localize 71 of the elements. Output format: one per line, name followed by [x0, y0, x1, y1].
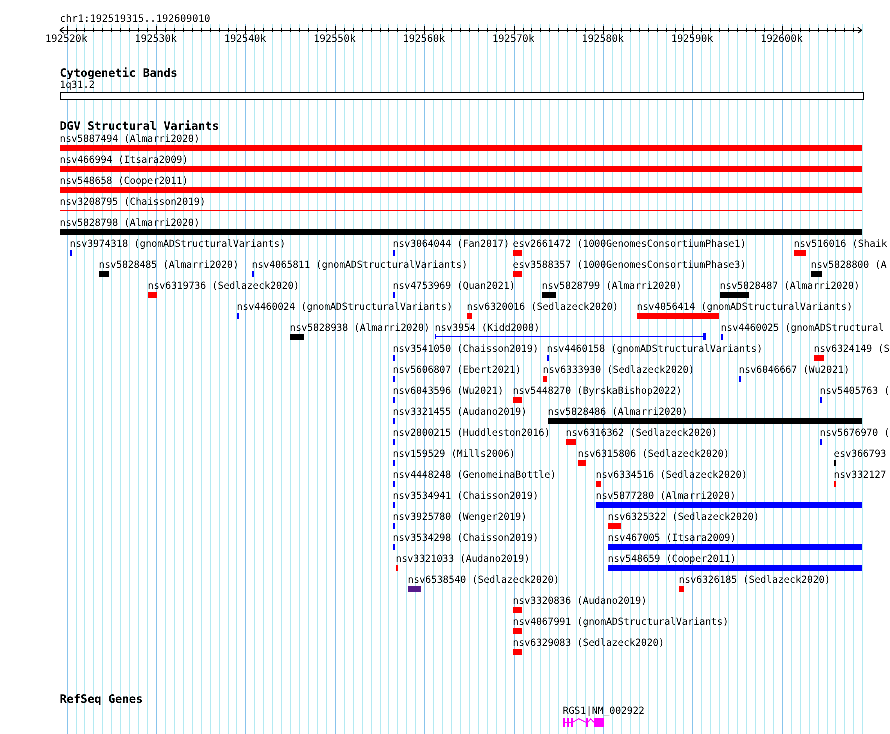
tick-label: 192560k — [403, 34, 446, 46]
variant-label: nsv5606807 (Ebert2021) — [393, 365, 522, 376]
variant-label: nsv2800215 (Huddleston2016) — [393, 428, 550, 439]
variant-label: nsv4460025 (gnomADStructural — [721, 323, 884, 334]
variant-label: nsv516016 (Shaik — [794, 239, 888, 250]
variant-label: nsv4056414 (gnomADStructuralVariants) — [637, 302, 853, 313]
variant-label: nsv6320016 (Sedlazeck2020) — [467, 302, 619, 313]
variant-label: nsv4460158 (gnomADStructuralVariants) — [547, 344, 763, 355]
variant-label: nsv332127 — [834, 470, 886, 481]
variant-label: nsv3534298 (Chaisson2019) — [393, 533, 539, 544]
tick-label: 192580k — [582, 34, 624, 46]
variant-label: nsv3321033 (Audano2019) — [396, 554, 530, 565]
variant-label: nsv6538540 (Sedlazeck2020) — [408, 575, 560, 586]
tick-label: 192540k — [224, 34, 266, 46]
tick-label: 192600k — [760, 34, 803, 46]
track-title: RefSeq Genes — [60, 693, 144, 706]
variant-label: esv366793 — [834, 449, 886, 460]
variant-label: nsv5676970 ( — [820, 428, 890, 439]
variant-label: esv3588357 (1000GenomesConsortiumPhase3) — [513, 260, 746, 271]
tick-label: 192570k — [492, 34, 535, 46]
variant-label: nsv3974318 (gnomADStructuralVariants) — [70, 239, 286, 250]
variant-label: nsv6329083 (Sedlazeck2020) — [513, 638, 665, 649]
variant-label: nsv3925780 (Wenger2019) — [393, 512, 528, 523]
variant-label: nsv4460024 (gnomADStructuralVariants) — [237, 302, 453, 313]
tick-label: 192520k — [46, 34, 88, 46]
track-title: DGV Structural Variants — [60, 120, 220, 133]
variant-label: esv2661472 (1000GenomesConsortiumPhase1) — [513, 239, 746, 250]
tick-label: 192590k — [671, 34, 714, 46]
variant-label: nsv3320836 (Audano2019) — [513, 596, 648, 607]
variant-label: nsv3064044 (Fan2017) — [393, 239, 510, 250]
variant-label: nsv3954 (Kidd2008) — [435, 323, 540, 334]
variant-label: nsv5828800 (A — [811, 260, 887, 271]
variant-label: nsv548658 (Cooper2011) — [60, 176, 188, 187]
variant-label: nsv6315806 (Sedlazeck2020) — [578, 449, 730, 460]
variant-label: nsv548659 (Cooper2011) — [608, 554, 736, 565]
variant-label: nsv3208795 (Chaisson2019) — [60, 197, 206, 208]
variant-label: nsv5877280 (Almarri2020) — [596, 491, 736, 502]
variant-label: nsv6324149 (S — [814, 344, 890, 355]
variant-label: nsv5887494 (Almarri2020) — [60, 134, 200, 145]
variant-label: nsv5828938 (Almarri2020) — [290, 323, 430, 334]
variant-label: nsv6316362 (Sedlazeck2020) — [566, 428, 718, 439]
variant-label: nsv5828799 (Almarri2020) — [542, 281, 682, 292]
variant-label: nsv5828485 (Almarri2020) — [99, 260, 239, 271]
gene-label: RGS1|NM_002922 — [563, 706, 645, 717]
variant-label: nsv467005 (Itsara2009) — [608, 533, 736, 544]
variant-label: nsv6333930 (Sedlazeck2020) — [543, 365, 695, 376]
variant-label: nsv6043596 (Wu2021) — [393, 386, 504, 397]
variant-label: nsv3321455 (Audano2019) — [393, 407, 528, 418]
band-label: 1q31.2 — [60, 80, 95, 91]
variant-label: nsv6326185 (Sedlazeck2020) — [679, 575, 831, 586]
variant-label: nsv4067991 (gnomADStructuralVariants) — [513, 617, 729, 628]
variant-label: nsv5405763 ( — [820, 386, 890, 397]
variant-label: nsv5828486 (Almarri2020) — [548, 407, 688, 418]
location-label: chr1:192519315..192609010 — [60, 14, 211, 26]
variant-label: nsv466994 (Itsara2009) — [60, 155, 188, 166]
variant-label: nsv4065811 (gnomADStructuralVariants) — [252, 260, 468, 271]
tick-label: 192530k — [134, 34, 178, 46]
variant-label: nsv159529 (Mills2006) — [393, 449, 516, 460]
variant-label: nsv3541050 (Chaisson2019) — [393, 344, 539, 355]
variant-label: nsv3534941 (Chaisson2019) — [393, 491, 539, 502]
variant-label: nsv5448270 (ByrskaBishop2022) — [513, 386, 682, 397]
tick-label: 192550k — [314, 34, 356, 46]
variant-label: nsv5828487 (Almarri2020) — [720, 281, 860, 292]
variant-label: nsv4753969 (Quan2021) — [393, 281, 516, 292]
variant-label: nsv4448248 (GenomeinaBottle) — [393, 470, 556, 481]
variant-label: nsv6334516 (Sedlazeck2020) — [596, 470, 748, 481]
track-title: Cytogenetic Bands — [60, 67, 178, 80]
variant-label: nsv5828798 (Almarri2020) — [60, 218, 200, 229]
variant-label: nsv6319736 (Sedlazeck2020) — [148, 281, 300, 292]
variant-label: nsv6325322 (Sedlazeck2020) — [608, 512, 760, 523]
variant-label: nsv6046667 (Wu2021) — [739, 365, 850, 376]
